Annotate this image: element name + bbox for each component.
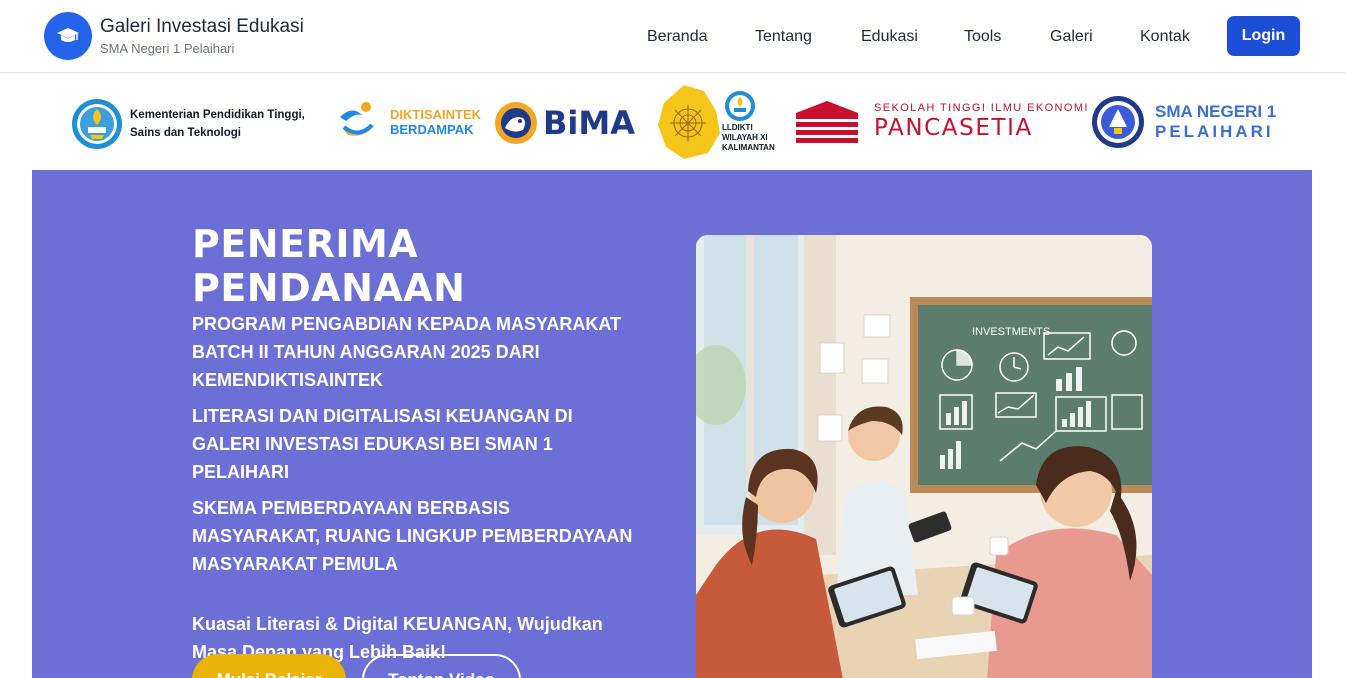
stie-pancasetia-logo: SEKOLAH TINGGI ILMU EKONOMI PANCASETIA bbox=[794, 99, 1089, 143]
nav-item-beranda[interactable]: Beranda bbox=[647, 26, 708, 48]
diktisaintek-logo: DIKTISAINTEK BERDAMPAK bbox=[336, 99, 481, 145]
pelaihari-label: PELAIHARI bbox=[1155, 122, 1274, 141]
watch-video-button[interactable]: Tonton Video bbox=[362, 654, 521, 678]
login-button[interactable]: Login bbox=[1227, 16, 1300, 56]
classroom-illustration: INVESTMENTS bbox=[696, 235, 1152, 678]
nav-item-tools[interactable]: Tools bbox=[964, 26, 1001, 48]
sman1-label: SMA NEGERI 1 bbox=[1155, 102, 1277, 121]
start-learning-button[interactable]: Mulai Belajar bbox=[192, 654, 346, 678]
hero-literasi-text: LITERASI DAN DIGITALISASI KEUANGAN DI GA… bbox=[192, 406, 573, 482]
berdampak-label: BERDAMPAK bbox=[390, 122, 474, 137]
hero-skema-text: SKEMA PEMBERDAYAAN BERBASIS MASYARAKAT, … bbox=[192, 498, 633, 574]
sman1-pelaihari-logo: SMA NEGERI 1 PELAIHARI bbox=[1091, 95, 1276, 149]
nav-item-kontak[interactable]: Kontak bbox=[1140, 26, 1190, 48]
lldikti-label: LLDIKTI WILAYAH XI KALIMANTAN bbox=[722, 123, 775, 152]
navbar: Galeri Investasi Edukasi SMA Negeri 1 Pe… bbox=[0, 0, 1346, 73]
chalkboard-title: INVESTMENTS bbox=[972, 326, 1050, 338]
partner-logos: Kementerian Pendidikan Tinggi, Sains dan… bbox=[0, 73, 1346, 170]
pancasetia-emblem-icon bbox=[796, 101, 858, 143]
stie-label: SEKOLAH TINGGI ILMU EKONOMI bbox=[874, 102, 1089, 114]
hero-title-line1: PENERIMA bbox=[192, 222, 419, 266]
hero-content: PENERIMA PENDANAAN PROGRAM PENGABDIAN KE… bbox=[192, 222, 662, 666]
sman1-emblem-icon bbox=[1092, 96, 1144, 148]
main-nav: Beranda Tentang Edukasi Tools Galeri Kon… bbox=[0, 26, 1346, 48]
berdampak-emblem-icon bbox=[340, 102, 376, 136]
bima-label: BiMA bbox=[543, 104, 635, 142]
hero-section: PENERIMA PENDANAAN PROGRAM PENGABDIAN KE… bbox=[32, 170, 1312, 678]
bima-logo: BiMA bbox=[493, 100, 635, 146]
kemdikti-logo: Kementerian Pendidikan Tinggi, Sains dan… bbox=[70, 97, 330, 151]
hero-title: PENERIMA PENDANAAN bbox=[192, 222, 662, 310]
tut-wuri-emblem-icon bbox=[72, 99, 122, 149]
kalimantan-map-icon bbox=[658, 85, 720, 159]
tut-wuri-small-icon bbox=[725, 91, 755, 121]
nav-item-tentang[interactable]: Tentang bbox=[755, 26, 812, 48]
hero-program-text: PROGRAM PENGABDIAN KEPADA MASYARAKAT BAT… bbox=[192, 314, 622, 390]
diktisaintek-label: DIKTISAINTEK bbox=[390, 107, 481, 122]
nav-item-edukasi[interactable]: Edukasi bbox=[861, 26, 918, 48]
hero-title-line2: PENDANAAN bbox=[192, 266, 466, 310]
pancasetia-label: PANCASETIA bbox=[874, 115, 1033, 141]
nav-item-galeri[interactable]: Galeri bbox=[1050, 26, 1093, 48]
bima-emblem-icon bbox=[495, 102, 537, 144]
kemdikti-label: Kementerian Pendidikan Tinggi, Sains dan… bbox=[130, 109, 305, 139]
lldikti-logo: LLDIKTI WILAYAH XI KALIMANTAN bbox=[654, 81, 786, 161]
hero-illustration: INVESTMENTS bbox=[696, 235, 1152, 678]
